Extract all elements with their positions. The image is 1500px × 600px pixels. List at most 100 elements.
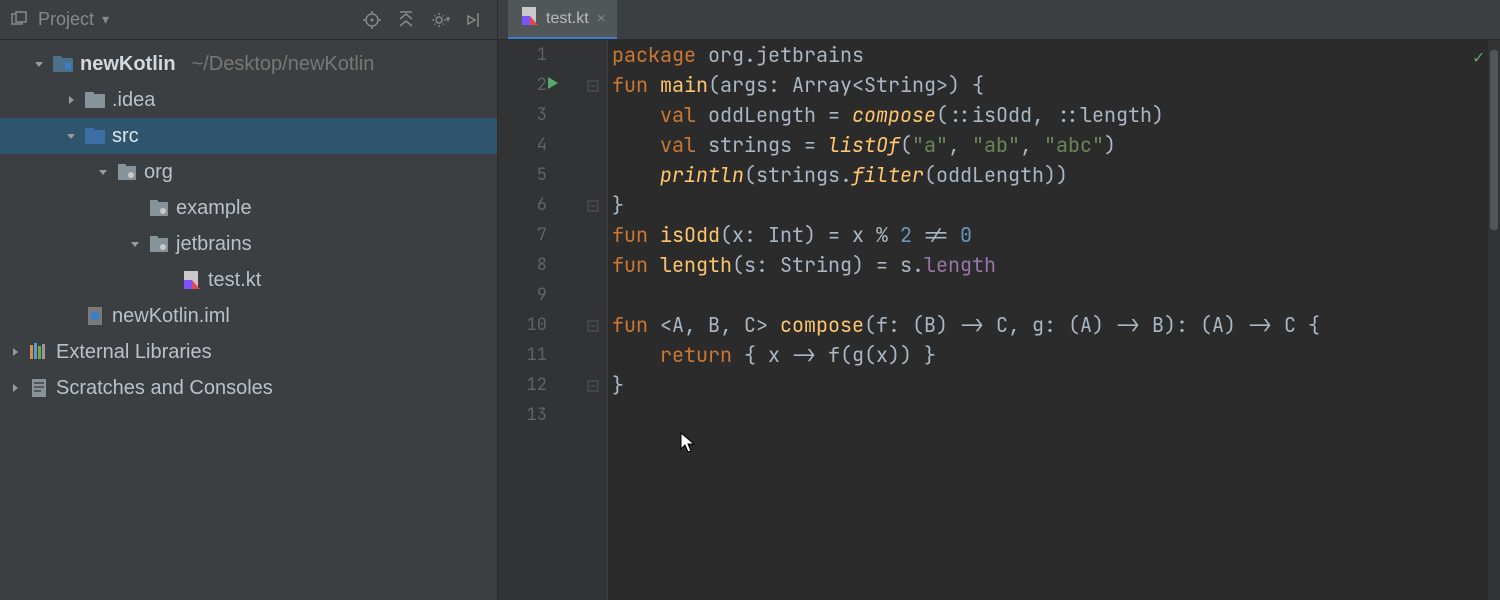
code-line[interactable]: } [612, 370, 1500, 400]
fold-icon[interactable] [587, 196, 601, 210]
chevron-down-icon[interactable] [32, 57, 46, 71]
code-token: , [1020, 132, 1044, 158]
tree-item[interactable]: org [0, 154, 497, 190]
tree-item[interactable]: .idea [0, 82, 497, 118]
tree-item-label: External Libraries [56, 341, 212, 364]
tree-item-label: newKotlin [80, 53, 176, 76]
code-token: (strings. [744, 162, 852, 188]
tab-label: test.kt [546, 10, 589, 28]
code-token: ) [1104, 132, 1116, 158]
chevron-down-icon[interactable] [64, 129, 78, 143]
tree-item-label: .idea [112, 89, 155, 112]
gutter-line[interactable]: 2 [498, 70, 607, 100]
scrollbar-thumb[interactable] [1490, 50, 1498, 230]
fold-icon[interactable] [587, 376, 601, 390]
tree-item[interactable]: newKotlin.iml [0, 298, 497, 334]
gutter-line[interactable]: 13 [498, 400, 607, 430]
code-token: oddLength = [708, 102, 852, 128]
code-token: fun [612, 72, 660, 98]
tree-item[interactable]: jetbrains [0, 226, 497, 262]
gutter-line[interactable]: 8 [498, 250, 607, 280]
code-line[interactable]: val strings = listOf("a", "ab", "abc") [612, 130, 1500, 160]
package-icon [116, 162, 138, 182]
editor-body[interactable]: ✓ 12345678910111213 package org.jetbrain… [498, 40, 1500, 600]
code-token: } [612, 372, 624, 398]
editor-scrollbar[interactable] [1488, 40, 1500, 600]
code-line[interactable]: println(strings.filter(oddLength)) [612, 160, 1500, 190]
code-line[interactable]: fun <A, B, C> compose(f: (B) -> C, g: (A… [612, 310, 1500, 340]
hide-icon[interactable] [461, 7, 487, 33]
code-token: filter [852, 162, 924, 188]
tree-item[interactable]: newKotlin~/Desktop/newKotlin [0, 46, 497, 82]
tree-item-label: example [176, 197, 252, 220]
code-token: } [612, 192, 624, 218]
gutter-line[interactable]: 10 [498, 310, 607, 340]
run-gutter-icon[interactable] [546, 75, 560, 95]
code-line[interactable]: fun main(args: Array<String>) { [612, 70, 1500, 100]
sidebar-header: Project ▾ ▾ [0, 0, 497, 40]
module-icon [52, 54, 74, 74]
tree-item-label: test.kt [208, 269, 261, 292]
kt-file-icon [520, 7, 538, 30]
chevron-right-icon[interactable] [8, 345, 22, 359]
code-line[interactable]: fun isOdd(x: Int) = x % 2 != 0 [612, 220, 1500, 250]
gutter-line[interactable]: 5 [498, 160, 607, 190]
code-token: compose [780, 312, 864, 338]
code-line[interactable]: package org.jetbrains [612, 40, 1500, 70]
code-line[interactable]: return { x -> f(g(x)) } [612, 340, 1500, 370]
tree-item[interactable]: Scratches and Consoles [0, 370, 497, 406]
chevron-down-icon[interactable] [128, 237, 142, 251]
gutter-line[interactable]: 3 [498, 100, 607, 130]
chevron-right-icon[interactable] [64, 93, 78, 107]
code-token: println [660, 162, 744, 188]
tree-item[interactable]: example [0, 190, 497, 226]
code-token: org.jetbrains [708, 42, 864, 68]
gutter-line[interactable]: 1 [498, 40, 607, 70]
chevron-right-icon[interactable] [8, 381, 22, 395]
gutter-line[interactable]: 6 [498, 190, 607, 220]
code-token [612, 102, 660, 128]
gutter-line[interactable]: 12 [498, 370, 607, 400]
collapse-all-icon[interactable] [393, 7, 419, 33]
code-token: strings = [708, 132, 828, 158]
code-token: (oddLength)) [924, 162, 1068, 188]
sidebar-title[interactable]: Project [38, 9, 94, 30]
settings-icon[interactable]: ▾ [427, 7, 453, 33]
kt-file-icon [180, 270, 202, 290]
code-token: length [924, 252, 996, 278]
editor-tab[interactable]: test.kt × [508, 0, 617, 39]
package-icon [148, 198, 170, 218]
code-token: (args: Array<String>) { [708, 72, 984, 98]
code-token: "abc" [1044, 132, 1104, 158]
tree-item-label: newKotlin.iml [112, 305, 230, 328]
tree-item[interactable]: test.kt [0, 262, 497, 298]
code-token: ( [900, 132, 912, 158]
gutter-line[interactable]: 4 [498, 130, 607, 160]
code-token: <A, B, C> [660, 312, 780, 338]
locate-icon[interactable] [359, 7, 385, 33]
scratches-icon [28, 378, 50, 398]
code-line[interactable] [612, 400, 1500, 430]
tree-item[interactable]: External Libraries [0, 334, 497, 370]
code-line[interactable] [612, 280, 1500, 310]
gutter-line[interactable]: 9 [498, 280, 607, 310]
code-area[interactable]: package org.jetbrainsfun main(args: Arra… [608, 40, 1500, 600]
editor-tabs: test.kt × [498, 0, 1500, 40]
gutter-line[interactable]: 7 [498, 220, 607, 250]
code-token [612, 132, 660, 158]
dropdown-icon[interactable]: ▾ [102, 11, 109, 28]
code-token: val [660, 102, 708, 128]
fold-icon[interactable] [587, 316, 601, 330]
code-line[interactable]: val oddLength = compose(::isOdd, ::lengt… [612, 100, 1500, 130]
gutter-line[interactable]: 11 [498, 340, 607, 370]
tree-item[interactable]: src [0, 118, 497, 154]
tab-close-icon[interactable]: × [597, 10, 606, 27]
chevron-down-icon[interactable] [96, 165, 110, 179]
libs-icon [28, 342, 50, 362]
fold-icon[interactable] [587, 76, 601, 90]
code-line[interactable]: fun length(s: String) = s.length [612, 250, 1500, 280]
code-line[interactable]: } [612, 190, 1500, 220]
code-token: ( [936, 102, 948, 128]
project-tree[interactable]: newKotlin~/Desktop/newKotlin .idea srcorg e… [0, 40, 497, 600]
editor-gutter[interactable]: 12345678910111213 [498, 40, 608, 600]
